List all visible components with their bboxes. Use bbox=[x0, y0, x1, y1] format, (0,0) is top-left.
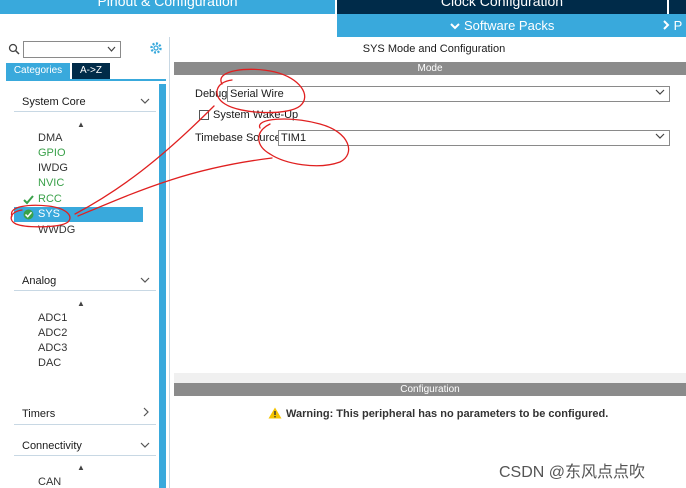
list-item-label: RCC bbox=[38, 193, 62, 205]
list-item-adc3[interactable]: ADC3 bbox=[14, 341, 144, 356]
sort-icon[interactable]: ▲ bbox=[77, 463, 85, 472]
warning-message: Warning: This peripheral has no paramete… bbox=[286, 408, 609, 420]
list-item-adc2[interactable]: ADC2 bbox=[14, 326, 144, 341]
group-divider bbox=[14, 290, 156, 291]
group-label: Timers bbox=[22, 408, 56, 420]
debug-select[interactable]: Serial Wire bbox=[227, 86, 670, 102]
watermark: CSDN @东风点点吹 bbox=[499, 464, 646, 481]
list-item-gpio[interactable]: GPIO bbox=[14, 146, 144, 161]
debug-label: Debug bbox=[195, 88, 228, 100]
chevron-down-icon bbox=[655, 131, 665, 145]
sort-icon[interactable]: ▲ bbox=[77, 299, 85, 308]
group-divider bbox=[14, 455, 156, 456]
list-item-iwdg[interactable]: IWDG bbox=[14, 161, 144, 176]
list-item-nvic[interactable]: NVIC bbox=[14, 176, 144, 191]
configuration-section-header[interactable]: Configuration bbox=[174, 383, 686, 396]
tab-more[interactable] bbox=[669, 0, 686, 14]
more-menu-label: P bbox=[673, 18, 683, 33]
chevron-down-icon[interactable] bbox=[107, 44, 116, 55]
splitter[interactable] bbox=[174, 373, 686, 383]
system-wakeup-checkbox[interactable] bbox=[199, 110, 209, 120]
timebase-source-label: Timebase Source bbox=[195, 132, 281, 144]
check-icon bbox=[23, 195, 34, 205]
tab-a-z[interactable]: A->Z bbox=[72, 63, 110, 79]
sort-icon[interactable]: ▲ bbox=[77, 120, 85, 129]
mode-section-header[interactable]: Mode bbox=[174, 62, 686, 75]
list-item-adc1[interactable]: ADC1 bbox=[14, 311, 144, 326]
group-label: Connectivity bbox=[22, 440, 82, 452]
group-label: Analog bbox=[22, 275, 57, 287]
tab-underline bbox=[6, 79, 166, 81]
warning-icon bbox=[268, 407, 282, 419]
list-item-label: SYS bbox=[38, 208, 61, 220]
chevron-right-icon bbox=[143, 406, 150, 420]
group-timers[interactable]: Timers bbox=[14, 405, 156, 423]
gear-icon[interactable] bbox=[149, 41, 163, 55]
sidebar-scrollbar[interactable] bbox=[159, 84, 166, 488]
group-label: System Core bbox=[22, 96, 86, 108]
search-input[interactable] bbox=[23, 41, 121, 58]
software-packs-label: Software Packs bbox=[464, 18, 555, 33]
search-icon bbox=[8, 43, 20, 55]
group-analog[interactable]: Analog bbox=[14, 272, 156, 290]
chevron-right-icon bbox=[663, 20, 670, 30]
tab-clock-configuration[interactable]: Clock Configuration bbox=[337, 0, 667, 14]
chevron-down-icon bbox=[655, 87, 665, 101]
tab-pinout-configuration[interactable]: Pinout & Configuration bbox=[0, 0, 335, 14]
group-divider bbox=[14, 111, 156, 112]
group-divider bbox=[14, 424, 156, 425]
chevron-down-icon bbox=[140, 273, 150, 287]
tab-categories[interactable]: Categories bbox=[6, 63, 70, 79]
chevron-down-icon bbox=[140, 438, 150, 452]
list-item-dma[interactable]: DMA bbox=[14, 131, 144, 146]
system-wakeup-label: System Wake-Up bbox=[213, 109, 299, 121]
timebase-source-select[interactable]: TIM1 bbox=[278, 130, 670, 146]
debug-value: Serial Wire bbox=[230, 88, 284, 100]
list-item-can[interactable]: CAN bbox=[14, 475, 144, 488]
group-connectivity[interactable]: Connectivity bbox=[14, 437, 156, 455]
more-menu[interactable]: P bbox=[662, 18, 682, 34]
page-title: SYS Mode and Configuration bbox=[362, 43, 506, 55]
chevron-down-icon bbox=[450, 18, 460, 34]
list-item-wwdg[interactable]: WWDG bbox=[14, 223, 144, 238]
chevron-down-icon bbox=[140, 94, 150, 108]
timebase-source-value: TIM1 bbox=[281, 132, 307, 144]
check-circle-icon bbox=[23, 209, 34, 220]
list-item-dac[interactable]: DAC bbox=[14, 356, 144, 371]
group-system-core[interactable]: System Core bbox=[14, 93, 156, 111]
software-packs-menu[interactable]: Software Packs bbox=[450, 18, 554, 34]
list-item-rcc[interactable]: RCC bbox=[14, 192, 144, 207]
list-item-sys[interactable]: SYS bbox=[14, 207, 143, 222]
